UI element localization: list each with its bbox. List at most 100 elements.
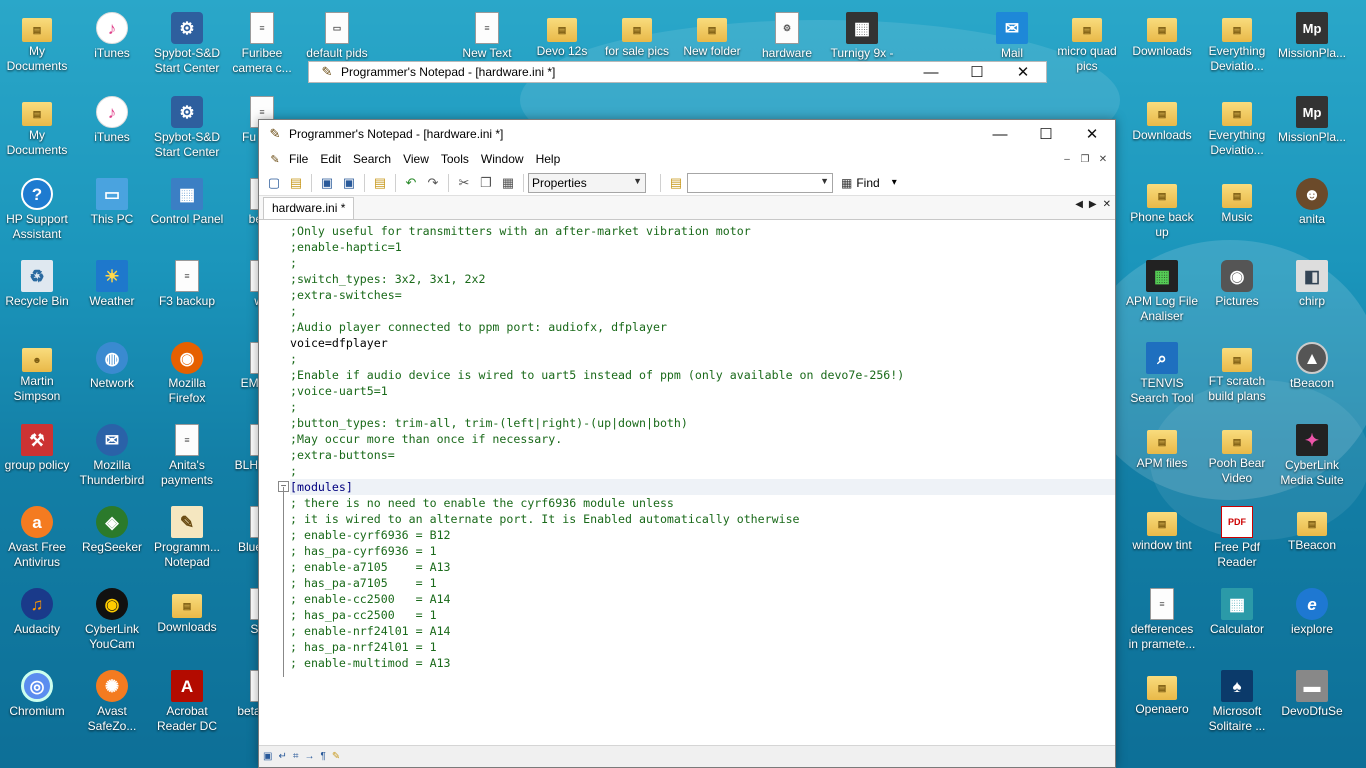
desktop-icon-ft-scratch[interactable]: ▤ FT scratch build plans	[1200, 334, 1274, 412]
desktop-icon-my-documents-1[interactable]: ▤ My Documents	[0, 4, 74, 82]
desktop-icon-control-panel[interactable]: ▦ Control Panel	[150, 170, 224, 248]
tools-icon[interactable]: ⌗	[293, 751, 299, 762]
copy-icon[interactable]: ❐	[475, 172, 497, 194]
code-editor[interactable]: − ;Only useful for transmitters with an …	[259, 221, 1115, 745]
bookmark-icon[interactable]: ✎	[332, 751, 340, 762]
titlebar[interactable]: ✎ Programmer's Notepad - [hardware.ini *…	[259, 120, 1115, 148]
desktop-icon-everything-2[interactable]: ▤ Everything Deviatio...	[1200, 88, 1274, 166]
maximize-button[interactable]: ☐	[1023, 120, 1069, 148]
desktop-icon-phone-back-up[interactable]: ▤ Phone back up	[1125, 170, 1199, 248]
minimize-button[interactable]: —	[908, 61, 954, 83]
tab-scroll-left-icon[interactable]: ◀	[1075, 199, 1083, 210]
desktop-icon-openaero[interactable]: ▤ Openaero	[1125, 662, 1199, 740]
menu-help[interactable]: Help	[530, 148, 567, 170]
desktop-icon-martin-simpson[interactable]: ☻ Martin Simpson	[0, 334, 74, 412]
desktop-icon-programmers-notepad[interactable]: ✎ Programm... Notepad	[150, 498, 224, 576]
redo-icon[interactable]: ↷	[422, 172, 444, 194]
close-button[interactable]: ✕	[1069, 120, 1115, 148]
tab-close-icon[interactable]: ✕	[1103, 199, 1111, 210]
undo-icon[interactable]: ↶	[400, 172, 422, 194]
desktop-icon-avast-safezone[interactable]: ✺ Avast SafeZo...	[75, 662, 149, 740]
find-input[interactable]: ▼	[687, 172, 833, 193]
minimize-button[interactable]: —	[977, 120, 1023, 148]
desktop-icon-devodfuse[interactable]: ▬ DevoDfuSe	[1275, 662, 1349, 740]
desktop-icon-anita[interactable]: ☻ anita	[1275, 170, 1349, 248]
desktop-icon-regseeker[interactable]: ◈ RegSeeker	[75, 498, 149, 576]
desktop-icon-my-documents-2[interactable]: ▤ My Documents	[0, 88, 74, 166]
desktop-icon-solitaire[interactable]: ♠ Microsoft Solitaire ...	[1200, 662, 1274, 740]
background-window-titlebar[interactable]: ✎ Programmer's Notepad - [hardware.ini *…	[308, 61, 1047, 83]
desktop-icon-pictures[interactable]: ◉ Pictures	[1200, 252, 1274, 330]
find-button[interactable]: ▦ Find	[841, 176, 880, 190]
cut-icon[interactable]: ✂	[453, 172, 475, 194]
desktop-icon-audacity[interactable]: ♫ Audacity	[0, 580, 74, 658]
open-project-icon[interactable]: ▤	[369, 172, 391, 194]
desktop-icon-missionplanner-1[interactable]: Mp MissionPla...	[1275, 4, 1349, 82]
find-in-files-icon[interactable]: ▤	[665, 172, 687, 194]
mdi-close-button[interactable]: ✕	[1095, 151, 1111, 167]
desktop-icon-calculator[interactable]: ▦ Calculator	[1200, 580, 1274, 658]
desktop-icon-anitas-payments[interactable]: ≡ Anita's payments	[150, 416, 224, 494]
mdi-restore-button[interactable]: ❐	[1077, 151, 1093, 167]
new-file-icon[interactable]: ▢	[263, 172, 285, 194]
desktop-icon-itunes-2[interactable]: ♪ iTunes	[75, 88, 149, 166]
close-button[interactable]: ✕	[1000, 61, 1046, 83]
desktop-icon-f3-backup[interactable]: ≡ F3 backup	[150, 252, 224, 330]
menu-view[interactable]: View	[397, 148, 435, 170]
desktop-icon-defferences[interactable]: ≡ defferences in pramete...	[1125, 580, 1199, 658]
desktop-icon-downloads-2[interactable]: ▤ Downloads	[1125, 88, 1199, 166]
menu-file[interactable]: File	[283, 148, 314, 170]
desktop-icon-hp-support[interactable]: ? HP Support Assistant	[0, 170, 74, 248]
desktop-icon-music[interactable]: ▤ Music	[1200, 170, 1274, 248]
desktop-icon-acrobat[interactable]: A Acrobat Reader DC	[150, 662, 224, 740]
save-all-icon[interactable]: ▣	[338, 172, 360, 194]
menu-search[interactable]: Search	[347, 148, 397, 170]
desktop-icon-spybot-1[interactable]: ⚙ Spybot-S&D Start Center	[150, 4, 224, 82]
desktop-icon-free-pdf[interactable]: PDF Free Pdf Reader	[1200, 498, 1274, 576]
desktop-icon-apm-files[interactable]: ▤ APM files	[1125, 416, 1199, 494]
mdi-minimize-button[interactable]: –	[1059, 151, 1075, 167]
desktop-icon-downloads-1[interactable]: ▤ Downloads	[1125, 4, 1199, 82]
desktop-icon-tenvis[interactable]: ⌕ TENVIS Search Tool	[1125, 334, 1199, 412]
desktop-icon-recycle-bin[interactable]: ♻ Recycle Bin	[0, 252, 74, 330]
desktop-icon-chirp[interactable]: ◧ chirp	[1275, 252, 1349, 330]
desktop-icon-tbeacon-1[interactable]: ▲ tBeacon	[1275, 334, 1349, 412]
desktop-icon-network[interactable]: ◍ Network	[75, 334, 149, 412]
menu-window[interactable]: Window	[475, 148, 530, 170]
desktop-icon-group-policy[interactable]: ⚒ group policy	[0, 416, 74, 494]
desktop-icon-window-tint[interactable]: ▤ window tint	[1125, 498, 1199, 576]
desktop-icon-downloads-3[interactable]: ▤ Downloads	[150, 580, 224, 658]
desktop-icon-iexplore[interactable]: e iexplore	[1275, 580, 1349, 658]
desktop-icon-cyberlink-suite[interactable]: ✦ CyberLink Media Suite	[1275, 416, 1349, 494]
maximize-button[interactable]: ☐	[954, 61, 1000, 83]
whitespace-icon[interactable]: ¶	[320, 751, 325, 762]
desktop-icon-pooh-bear[interactable]: ▤ Pooh Bear Video	[1200, 416, 1274, 494]
tab-hardware-ini[interactable]: hardware.ini *	[263, 197, 355, 219]
desktop-icon-furibee[interactable]: ≡ Furibee camera c...	[225, 4, 299, 82]
desktop-icon-micro-quad-pics[interactable]: ▤ micro quad pics	[1050, 4, 1124, 82]
desktop-icon-itunes-1[interactable]: ♪ iTunes	[75, 4, 149, 82]
open-folder-icon[interactable]: ▤	[285, 172, 307, 194]
paste-icon[interactable]: ▦	[497, 172, 519, 194]
desktop-icon-thunderbird[interactable]: ✉ Mozilla Thunderbird	[75, 416, 149, 494]
desktop-icon-missionplanner-2[interactable]: Mp MissionPla...	[1275, 88, 1349, 166]
desktop-icon-chromium[interactable]: ◎ Chromium	[0, 662, 74, 740]
desktop-icon-apm-log[interactable]: ▦ APM Log File Analiser	[1125, 252, 1199, 330]
desktop-icon-tbeacon-2[interactable]: ▤ TBeacon	[1275, 498, 1349, 576]
desktop-icon-spybot-2[interactable]: ⚙ Spybot-S&D Start Center	[150, 88, 224, 166]
desktop-icon-firefox[interactable]: ◉ Mozilla Firefox	[150, 334, 224, 412]
tab-scroll-right-icon[interactable]: ▶	[1089, 199, 1097, 210]
menu-tools[interactable]: Tools	[435, 148, 475, 170]
scheme-select[interactable]: Properties ▼	[528, 172, 646, 193]
desktop-icon-cyberlink-youcam[interactable]: ◉ CyberLink YouCam	[75, 580, 149, 658]
find-dropdown-button[interactable]: ▾	[892, 177, 897, 188]
menu-edit[interactable]: Edit	[314, 148, 347, 170]
output-icon[interactable]: ▣	[263, 751, 272, 762]
desktop-icon-everything-1[interactable]: ▤ Everything Deviatio...	[1200, 4, 1274, 82]
desktop-icon-this-pc[interactable]: ▭ This PC	[75, 170, 149, 248]
save-icon[interactable]: ▣	[316, 172, 338, 194]
desktop-icon-avast-free[interactable]: a Avast Free Antivirus	[0, 498, 74, 576]
desktop-icon-weather[interactable]: ☀ Weather	[75, 252, 149, 330]
goto-icon[interactable]: →	[304, 751, 314, 762]
wrap-icon[interactable]: ↵	[278, 751, 286, 762]
